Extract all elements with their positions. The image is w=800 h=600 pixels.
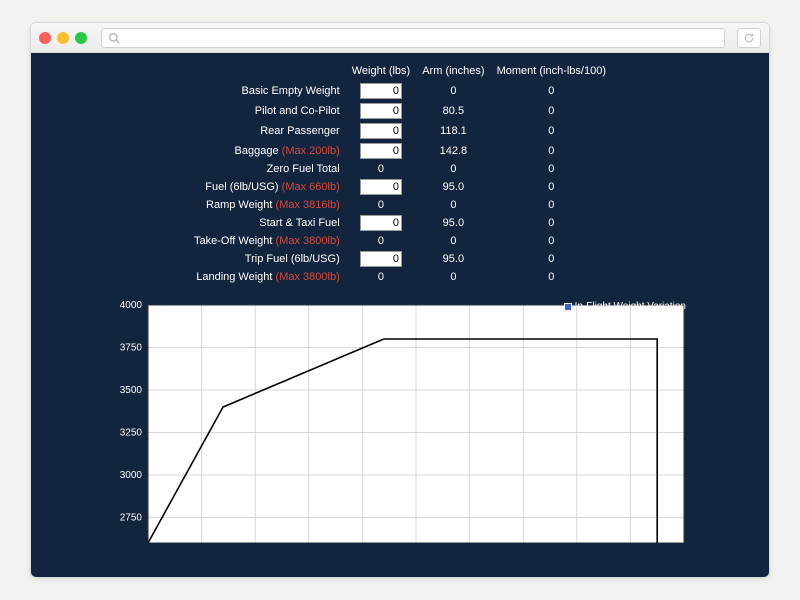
row-label: Landing Weight (Max 3800lb) bbox=[188, 269, 346, 285]
row-label: Pilot and Co-Pilot bbox=[188, 101, 346, 121]
arm-value: 95.0 bbox=[416, 177, 490, 197]
arm-value: 95.0 bbox=[416, 249, 490, 269]
table-row: Zero Fuel Total000 bbox=[188, 161, 612, 177]
moment-value: 0 bbox=[491, 233, 612, 249]
weight-chart: In-Flight Weight Variation 2750 3000 3250 3… bbox=[110, 299, 690, 543]
weight-balance-app: Weight (lbs) Arm (inches) Moment (inch-l… bbox=[31, 53, 769, 577]
moment-value: 0 bbox=[491, 161, 612, 177]
weight-value: 0 bbox=[346, 161, 416, 177]
weight-input[interactable] bbox=[360, 251, 402, 267]
moment-value: 0 bbox=[491, 81, 612, 101]
max-annotation: (Max 3800lb) bbox=[276, 271, 340, 283]
search-icon bbox=[108, 32, 120, 44]
zoom-icon[interactable] bbox=[75, 32, 87, 44]
close-icon[interactable] bbox=[39, 32, 51, 44]
table-row: Baggage (Max 200lb) 142.80 bbox=[188, 141, 612, 161]
col-arm: Arm (inches) bbox=[416, 63, 490, 81]
table-row: Trip Fuel (6lb/USG) 95.00 bbox=[188, 249, 612, 269]
arm-value: 80.5 bbox=[416, 101, 490, 121]
moment-value: 0 bbox=[491, 213, 612, 233]
row-label: Baggage (Max 200lb) bbox=[188, 141, 346, 161]
weight-input[interactable] bbox=[360, 143, 402, 159]
refresh-button[interactable] bbox=[737, 28, 761, 48]
arm-value: 0 bbox=[416, 233, 490, 249]
moment-value: 0 bbox=[491, 101, 612, 121]
table-row: Rear Passenger 118.10 bbox=[188, 121, 612, 141]
arm-value: 0 bbox=[416, 161, 490, 177]
weight-input[interactable] bbox=[360, 83, 402, 99]
row-label: Ramp Weight (Max 3816lb) bbox=[188, 197, 346, 213]
browser-frame: Weight (lbs) Arm (inches) Moment (inch-l… bbox=[30, 22, 770, 578]
legend-swatch bbox=[564, 303, 572, 311]
refresh-icon bbox=[743, 32, 755, 44]
weight-value: 0 bbox=[346, 269, 416, 285]
chart-legend: In-Flight Weight Variation bbox=[564, 301, 686, 312]
moment-value: 0 bbox=[491, 121, 612, 141]
svg-text:3000: 3000 bbox=[120, 470, 143, 481]
row-label: Rear Passenger bbox=[188, 121, 346, 141]
weight-input[interactable] bbox=[360, 179, 402, 195]
chart-canvas: 2750 3000 3250 3500 3750 4000 bbox=[110, 299, 690, 543]
row-label: Start & Taxi Fuel bbox=[188, 213, 346, 233]
table-row: Ramp Weight (Max 3816lb)000 bbox=[188, 197, 612, 213]
moment-value: 0 bbox=[491, 141, 612, 161]
legend-label: In-Flight Weight Variation bbox=[575, 301, 686, 312]
weight-value: 0 bbox=[346, 233, 416, 249]
max-annotation: (Max 660lb) bbox=[282, 181, 340, 193]
svg-text:2750: 2750 bbox=[120, 513, 143, 524]
moment-value: 0 bbox=[491, 197, 612, 213]
weight-input[interactable] bbox=[360, 103, 402, 119]
table-row: Basic Empty Weight 00 bbox=[188, 81, 612, 101]
address-bar[interactable] bbox=[101, 28, 725, 48]
table-row: Landing Weight (Max 3800lb)000 bbox=[188, 269, 612, 285]
row-label: Take-Off Weight (Max 3800lb) bbox=[188, 233, 346, 249]
row-label: Trip Fuel (6lb/USG) bbox=[188, 249, 346, 269]
arm-value: 142.8 bbox=[416, 141, 490, 161]
arm-value: 0 bbox=[416, 269, 490, 285]
table-row: Fuel (6lb/USG) (Max 660lb) 95.00 bbox=[188, 177, 612, 197]
col-moment: Moment (inch-lbs/100) bbox=[491, 63, 612, 81]
minimize-icon[interactable] bbox=[57, 32, 69, 44]
weight-balance-table: Weight (lbs) Arm (inches) Moment (inch-l… bbox=[188, 63, 612, 285]
titlebar bbox=[31, 23, 769, 53]
weight-input[interactable] bbox=[360, 123, 402, 139]
max-annotation: (Max 200lb) bbox=[282, 145, 340, 157]
moment-value: 0 bbox=[491, 177, 612, 197]
row-label: Basic Empty Weight bbox=[188, 81, 346, 101]
table-row: Take-Off Weight (Max 3800lb)000 bbox=[188, 233, 612, 249]
arm-value: 0 bbox=[416, 81, 490, 101]
weight-input[interactable] bbox=[360, 215, 402, 231]
moment-value: 0 bbox=[491, 269, 612, 285]
weight-value: 0 bbox=[346, 197, 416, 213]
svg-text:3500: 3500 bbox=[120, 385, 143, 396]
svg-text:3750: 3750 bbox=[120, 343, 143, 354]
moment-value: 0 bbox=[491, 249, 612, 269]
max-annotation: (Max 3816lb) bbox=[276, 199, 340, 211]
svg-text:4000: 4000 bbox=[120, 300, 143, 311]
table-row: Start & Taxi Fuel 95.00 bbox=[188, 213, 612, 233]
arm-value: 95.0 bbox=[416, 213, 490, 233]
max-annotation: (Max 3800lb) bbox=[276, 235, 340, 247]
col-weight: Weight (lbs) bbox=[346, 63, 416, 81]
svg-text:3250: 3250 bbox=[120, 428, 143, 439]
row-label: Fuel (6lb/USG) (Max 660lb) bbox=[188, 177, 346, 197]
arm-value: 0 bbox=[416, 197, 490, 213]
table-row: Pilot and Co-Pilot 80.50 bbox=[188, 101, 612, 121]
row-label: Zero Fuel Total bbox=[188, 161, 346, 177]
arm-value: 118.1 bbox=[416, 121, 490, 141]
